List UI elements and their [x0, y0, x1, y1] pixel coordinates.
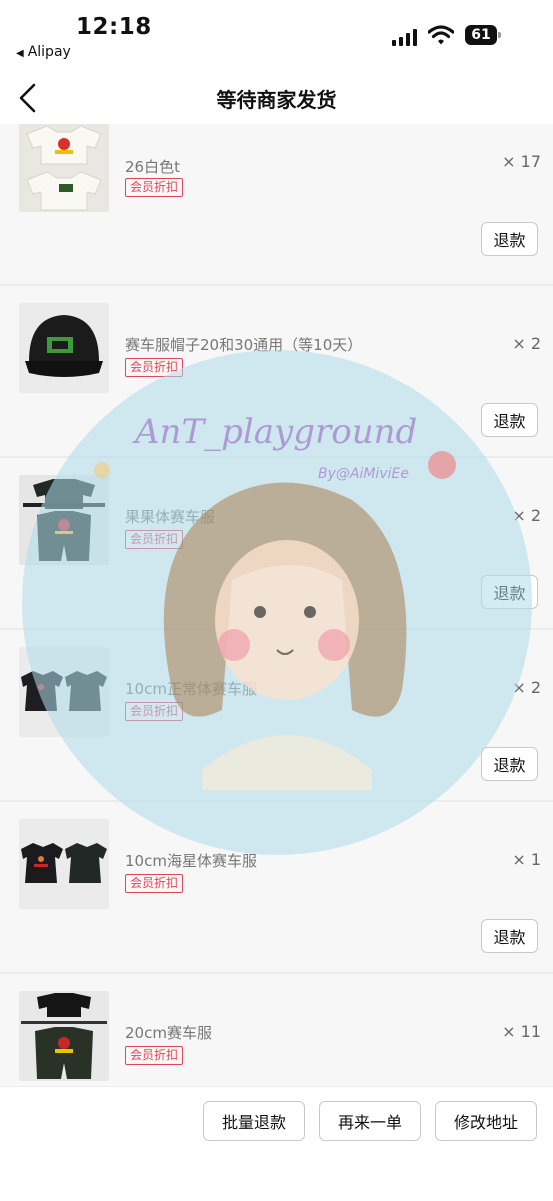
refund-button[interactable]: 退款 [481, 919, 538, 953]
order-item: 果果体赛车服 会员折扣 × 2 退款 [0, 458, 553, 630]
member-discount-badge: 会员折扣 [125, 530, 184, 549]
refund-button[interactable]: 退款 [481, 747, 538, 781]
order-item: 10cm正常体赛车服 会员折扣 × 2 退款 [0, 630, 553, 802]
refund-button[interactable]: 退款 [481, 222, 538, 256]
page-title: 等待商家发货 [216, 88, 337, 112]
refund-button[interactable]: 退款 [481, 403, 538, 437]
battery-level: 61 [471, 27, 491, 43]
nav-bar: 等待商家发货 [0, 72, 553, 124]
product-quantity: × 2 [512, 506, 541, 525]
product-quantity: × 11 [502, 1022, 541, 1041]
refund-button[interactable]: 退款 [481, 575, 538, 609]
product-name: 26白色t [125, 158, 180, 176]
status-time: 12:18 [76, 14, 152, 40]
status-bar: 12:18 ◀ Alipay 61 [0, 0, 553, 72]
member-discount-badge: 会员折扣 [125, 874, 184, 893]
member-discount-badge: 会员折扣 [125, 178, 184, 197]
back-triangle-icon: ◀ [16, 48, 24, 59]
product-quantity: × 2 [512, 334, 541, 353]
wifi-icon [428, 25, 454, 45]
back-to-app-link[interactable]: ◀ Alipay [16, 44, 71, 60]
product-thumbnail[interactable] [19, 475, 109, 565]
watermark-title: AnT_playground [135, 412, 418, 452]
order-item: 10cm海星体赛车服 会员折扣 × 1 退款 [0, 802, 553, 974]
product-quantity: × 1 [512, 850, 541, 869]
product-quantity: × 17 [502, 152, 541, 171]
bottom-action-bar: 批量退款 再来一单 修改地址 [0, 1086, 553, 1201]
reorder-button[interactable]: 再来一单 [319, 1101, 421, 1141]
product-thumbnail[interactable] [19, 991, 109, 1081]
product-name: 10cm正常体赛车服 [125, 680, 257, 698]
member-discount-badge: 会员折扣 [125, 1046, 184, 1065]
product-thumbnail[interactable] [19, 647, 109, 737]
product-name: 10cm海星体赛车服 [125, 852, 257, 870]
back-app-label: Alipay [27, 44, 71, 60]
order-item: 26白色t 会员折扣 × 17 退款 [0, 124, 553, 286]
modify-address-button[interactable]: 修改地址 [435, 1101, 537, 1141]
battery-icon: 61 [465, 25, 501, 45]
cellular-signal-icon [392, 28, 417, 46]
member-discount-badge: 会员折扣 [125, 702, 184, 721]
order-item: 20cm赛车服 会员折扣 × 11 [0, 974, 553, 1086]
product-thumbnail[interactable] [19, 303, 109, 393]
product-thumbnail[interactable] [19, 124, 109, 212]
product-quantity: × 2 [512, 678, 541, 697]
product-name: 果果体赛车服 [125, 508, 216, 526]
product-name: 赛车服帽子20和30通用（等10天） [125, 336, 363, 354]
member-discount-badge: 会员折扣 [125, 358, 184, 377]
order-item-list[interactable]: 26白色t 会员折扣 × 17 退款 赛车服帽子20和30通用（等10天） 会员… [0, 124, 553, 1086]
product-name: 20cm赛车服 [125, 1024, 212, 1042]
watermark-subtitle: By@AiMiviEe [318, 466, 409, 482]
batch-refund-button[interactable]: 批量退款 [203, 1101, 305, 1141]
product-thumbnail[interactable] [19, 819, 109, 909]
